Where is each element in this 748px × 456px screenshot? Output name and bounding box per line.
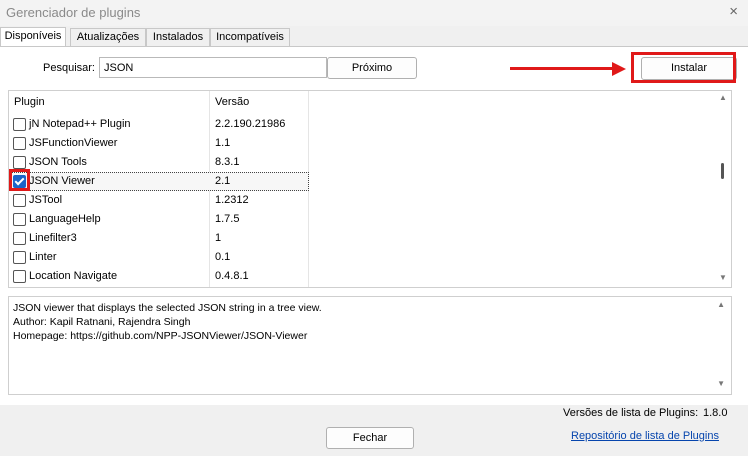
plugin-name: JSON Viewer [29, 175, 95, 187]
plugin-name: JSON Tools [29, 156, 87, 168]
scroll-up-icon[interactable]: ▲ [719, 93, 727, 102]
list-item[interactable]: JSFunctionViewer 1.1 [9, 134, 309, 153]
plugin-version: 1.1 [215, 137, 231, 149]
checkbox[interactable] [13, 137, 26, 150]
checkbox[interactable] [13, 194, 26, 207]
plugin-version: 8.3.1 [215, 156, 240, 168]
checkbox[interactable] [13, 251, 26, 264]
plugin-name: jN Notepad++ Plugin [29, 118, 131, 130]
list-scrollbar[interactable]: ▲ ▼ [716, 91, 730, 286]
scroll-up-icon[interactable]: ▲ [717, 300, 725, 309]
list-item[interactable]: Linefilter3 1 [9, 229, 309, 248]
list-item[interactable]: LanguageHelp 1.7.5 [9, 210, 309, 229]
tab-atualizacoes[interactable]: Atualizações [70, 28, 146, 46]
checkbox[interactable] [13, 213, 26, 226]
repository-link[interactable]: Repositório de lista de Plugins [571, 430, 719, 442]
search-input[interactable] [99, 57, 327, 78]
tab-instalados[interactable]: Instalados [146, 28, 210, 46]
annotation-arrow-shaft [510, 67, 614, 70]
plugin-name: LanguageHelp [29, 213, 101, 225]
list-version-label: Versões de lista de Plugins: [563, 407, 699, 419]
description-box[interactable]: JSON viewer that displays the selected J… [8, 296, 732, 395]
checkbox[interactable] [13, 118, 26, 131]
plugin-version: 0.1 [215, 251, 231, 263]
close-button[interactable]: Fechar [326, 427, 414, 449]
list-item[interactable]: jN Notepad++ Plugin 2.2.190.21986 [9, 115, 309, 134]
plugin-name: JSFunctionViewer [29, 137, 118, 149]
plugin-version: 0.4.8.1 [215, 270, 249, 282]
list-item-selected[interactable]: JSON Viewer 2.1 [9, 172, 309, 191]
list-item[interactable]: Linter 0.1 [9, 248, 309, 267]
search-label: Pesquisar: [43, 62, 95, 74]
plugin-version: 2.1 [215, 175, 231, 187]
description-line: Homepage: https://github.com/NPP-JSONVie… [13, 330, 308, 342]
annotation-box-checkbox [9, 169, 30, 191]
annotation-arrow-head [612, 62, 626, 76]
checkbox[interactable] [13, 270, 26, 283]
column-header-plugin[interactable]: Plugin [14, 91, 45, 113]
description-line: JSON viewer that displays the selected J… [13, 302, 322, 314]
plugin-list[interactable]: Plugin Versão jN Notepad++ Plugin 2.2.19… [8, 90, 732, 288]
column-header-version[interactable]: Versão [215, 91, 249, 113]
scroll-down-icon[interactable]: ▼ [717, 379, 725, 388]
plugin-version: 1.2312 [215, 194, 249, 206]
scroll-down-icon[interactable]: ▼ [719, 273, 727, 282]
tab-incompativeis[interactable]: Incompatíveis [210, 28, 290, 46]
plugin-name: JSTool [29, 194, 63, 206]
scroll-thumb[interactable] [721, 163, 724, 179]
close-icon[interactable]: × [729, 3, 738, 20]
list-item[interactable]: JSTool 1.2312 [9, 191, 309, 210]
next-button[interactable]: Próximo [327, 57, 417, 79]
plugin-version: 1.7.5 [215, 213, 240, 225]
plugin-name: Linefilter3 [29, 232, 77, 244]
annotation-box-install [631, 52, 736, 83]
window-title: Gerenciador de plugins [6, 5, 141, 20]
list-item[interactable]: JSON Tools 8.3.1 [9, 153, 309, 172]
plugin-version: 2.2.190.21986 [215, 118, 286, 130]
list-item[interactable]: Location Navigate 0.4.8.1 [9, 267, 309, 286]
plugin-name: Linter [29, 251, 57, 263]
description-line: Author: Kapil Ratnani, Rajendra Singh [13, 316, 191, 328]
tab-disponiveis[interactable]: Disponíveis [0, 27, 66, 46]
checkbox[interactable] [13, 232, 26, 245]
list-version-value: 1.8.0 [703, 407, 728, 419]
plugin-name: Location Navigate [29, 270, 118, 282]
plugin-version: 1 [215, 232, 222, 244]
checkbox[interactable] [13, 156, 26, 169]
